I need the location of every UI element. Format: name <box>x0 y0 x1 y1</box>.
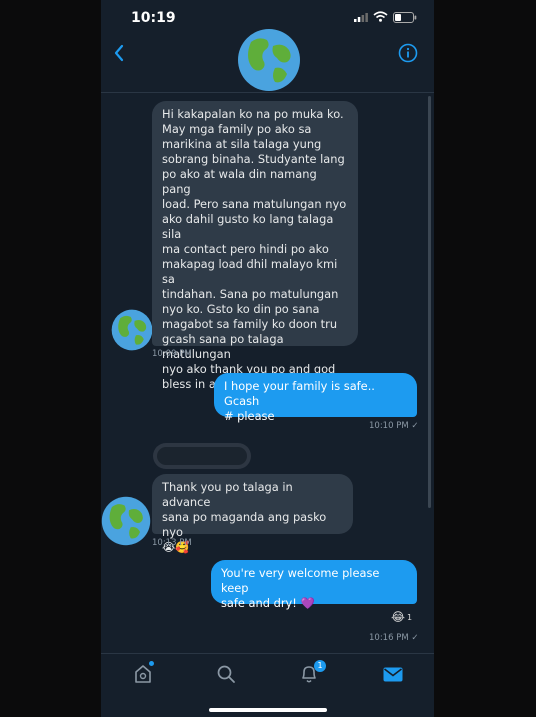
status-time: 10:19 <box>131 10 176 26</box>
cellular-signal-icon <box>354 13 368 22</box>
notifications-badge: 1 <box>314 660 326 672</box>
scroll-indicator[interactable] <box>428 96 431 508</box>
info-icon[interactable] <box>398 43 418 63</box>
battery-icon <box>393 12 417 23</box>
home-icon[interactable] <box>134 664 152 684</box>
message-reaction[interactable]: 😂 1 <box>391 610 412 624</box>
message-timestamp: 10:10 PM ✓ <box>369 421 419 431</box>
outgoing-message-bubble[interactable]: You're very welcome please keep safe and… <box>211 560 417 610</box>
reaction-count: 1 <box>407 613 413 622</box>
dm-conversation-screen: 10:19 Hi kakapalan ko na po muka ko. May… <box>101 0 434 717</box>
incoming-message-bubble[interactable]: Thank you po talaga in advance sana po m… <box>152 474 353 554</box>
home-indicator[interactable] <box>209 708 327 712</box>
earth-globe-icon[interactable] <box>237 28 301 92</box>
back-chevron-icon[interactable] <box>113 44 125 62</box>
outgoing-message-bubble[interactable]: I hope your family is safe.. Gcash # ple… <box>214 373 417 423</box>
message-timestamp: 10:16 PM ✓ <box>369 633 419 643</box>
conversation-header <box>101 28 434 93</box>
messages-envelope-icon[interactable] <box>383 667 403 682</box>
message-timestamp: 10:09 PM <box>152 349 192 359</box>
reaction-emoji: 😂 <box>391 610 406 624</box>
redacted-message <box>153 443 251 469</box>
earth-globe-icon[interactable] <box>101 496 151 546</box>
incoming-message-bubble[interactable]: Hi kakapalan ko na po muka ko. May mga f… <box>152 101 358 391</box>
wifi-icon <box>373 11 388 22</box>
search-icon[interactable] <box>216 664 236 684</box>
earth-globe-icon[interactable] <box>111 309 153 351</box>
message-timestamp: 10:13 PM <box>152 538 192 548</box>
unread-dot <box>149 661 154 666</box>
